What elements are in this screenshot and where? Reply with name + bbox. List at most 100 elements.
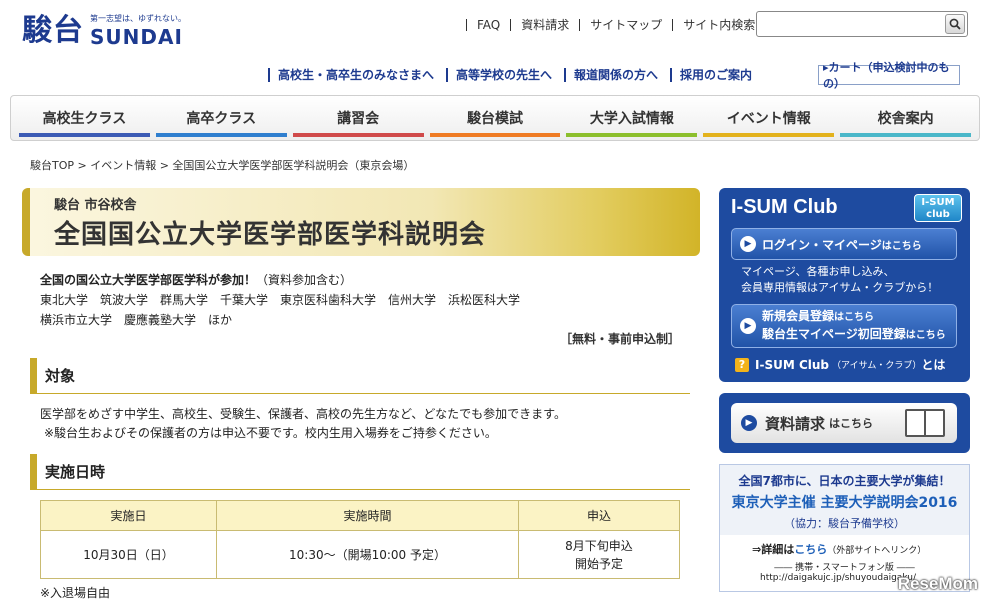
- event-intro: 全国の国公立大学医学部医学科が参加！（資料参加含む） 東北大学 筑波大学 群馬大…: [40, 270, 520, 330]
- apply-line-2: 開始予定: [574, 556, 623, 571]
- divider: [564, 67, 567, 82]
- audience-link-students[interactable]: 高校生・高卒生のみなさまへ: [268, 66, 434, 83]
- audience-link-label: 高校生・高卒生のみなさまへ: [278, 68, 435, 82]
- resemom-watermark: ReseMom: [897, 574, 978, 593]
- event-venue: 駿台 市谷校舎: [54, 198, 137, 213]
- login-mypage-button[interactable]: ▶ ログイン・マイページ はこちら: [731, 228, 957, 260]
- logo-english: SUNDAI: [90, 25, 183, 49]
- promo-url[interactable]: http://daigakujc.jp/shuyoudaigaku/: [760, 573, 916, 583]
- audience-link-label: 採用のご案内: [680, 68, 753, 82]
- target-note: ※駿台生およびその保護者の方は申込不要です。校内生用入場券をご持参ください。: [44, 426, 497, 440]
- divider: [510, 18, 512, 31]
- faq-link[interactable]: FAQ: [477, 18, 500, 32]
- apply-line-1: 8月下旬申込: [565, 538, 633, 553]
- table-row: 10月30日（日） 10:30～（開場10:00 予定） 8月下旬申込 開始予定: [40, 530, 680, 579]
- divider: [446, 67, 449, 82]
- column-header-date: 実施日: [40, 500, 217, 531]
- cart-button[interactable]: ▸カート（申込検討中のもの）: [818, 61, 960, 90]
- divider: [670, 67, 673, 82]
- column-header-apply: 申込: [518, 500, 680, 531]
- target-text: 医学部をめざす中学生、高校生、受験生、保護者、高校の先生方など、どなたでも参加で…: [40, 407, 566, 421]
- divider: [579, 18, 581, 31]
- promo-line-3: （協力：駿台予備学校）: [784, 517, 905, 530]
- target-heading: 対象: [30, 358, 690, 394]
- arrow-right-icon: ▶: [741, 415, 757, 431]
- fee-note: ［無料・事前申込制］: [559, 332, 680, 346]
- arrow-right-icon: ▶: [740, 236, 756, 252]
- register-label: 新規会員登録: [762, 309, 835, 323]
- arrow-right-icon: ▶: [740, 318, 756, 334]
- question-icon: ?: [735, 357, 749, 372]
- isum-title: I-SUM Club: [731, 196, 838, 218]
- promo-detail-label: ⇒詳細は: [752, 543, 795, 556]
- nav-tab-events[interactable]: イベント情報: [700, 96, 837, 140]
- logo-tagline: 第一志望は、ゆずれない。: [90, 14, 186, 23]
- divider: [268, 67, 270, 82]
- promo-detail: ⇒詳細はこちら（外部サイトへリンク）: [752, 541, 926, 557]
- isum-badge-logo: I-SUM club: [914, 194, 962, 222]
- nav-tab-mock-exams[interactable]: 駿台模試: [427, 96, 564, 140]
- document-request-box: ▶ 資料請求 はこちら: [719, 393, 970, 453]
- isum-about-reading: （アイサム・クラブ）: [832, 361, 922, 371]
- page-title: 全国国公立大学医学部医学科説明会: [54, 220, 487, 250]
- university-list-line-1: 東北大学 筑波大学 群馬大学 千葉大学 東京医科歯科大学 信州大学 浜松医科大学: [40, 293, 521, 307]
- request-link[interactable]: 資料請求: [521, 16, 569, 33]
- isum-desc-line-1: マイページ、各種お申し込み、: [741, 265, 895, 278]
- sitemap-link[interactable]: サイトマップ: [590, 16, 662, 33]
- university-fair-banner[interactable]: 全国7都市に、日本の主要大学が集結！ 東京大学主催 主要大学説明会2016 （協…: [719, 464, 970, 592]
- isum-club-box: I-SUM Club I-SUM club ▶ ログイン・マイページ はこちら マ…: [719, 188, 970, 382]
- audience-link-recruit[interactable]: 採用のご案内: [670, 66, 752, 83]
- schedule-heading: 実施日時: [30, 454, 690, 490]
- promo-mobile-label: ―― 携帯・スマートフォン版 ――: [774, 563, 915, 573]
- request-label: 資料請求: [765, 414, 826, 433]
- utility-nav: FAQ 資料請求 サイトマップ サイト内検索:: [456, 16, 759, 33]
- table-header-row: 実施日 実施時間 申込: [40, 500, 680, 531]
- nav-tab-entrance-info[interactable]: 大学入試情報: [563, 96, 700, 140]
- promo-line-2: 東京大学主催 主要大学説明会2016: [731, 495, 958, 511]
- audience-link-teachers[interactable]: 高等学校の先生へ: [446, 66, 552, 83]
- global-nav: 高校生クラス 高卒クラス 講習会 駿台模試 大学入試情報 イベント情報 校舎案内: [10, 95, 980, 141]
- nav-tab-high-school[interactable]: 高校生クラス: [16, 96, 153, 140]
- book-icon: [905, 409, 945, 437]
- audience-link-label: 高等学校の先生へ: [456, 68, 553, 82]
- cell-time: 10:30～（開場10:00 予定）: [216, 530, 519, 579]
- audience-link-label: 報道関係の方へ: [574, 68, 659, 82]
- sundai-logo[interactable]: 駿台 第一志望は、ゆずれない。 SUNDAI: [22, 13, 186, 49]
- isum-about-label: I-SUM Club: [755, 357, 830, 372]
- breadcrumb[interactable]: 駿台TOP > イベント情報 > 全国国公立大学医学部医学科説明会（東京会場）: [30, 157, 414, 173]
- entry-note: ※入退場自由: [40, 586, 111, 600]
- schedule-table: 実施日 実施時間 申込 10月30日（日） 10:30～（開場10:00 予定）…: [40, 500, 680, 579]
- isum-about-link[interactable]: ? I-SUM Club （アイサム・クラブ） とは: [735, 356, 945, 373]
- login-small: はこちら: [881, 240, 922, 252]
- search-label: サイト内検索:: [683, 18, 760, 32]
- search-input[interactable]: [756, 11, 968, 37]
- register-small: はこちら: [834, 312, 875, 323]
- target-section: 医学部をめざす中学生、高校生、受験生、保護者、高校の先生方など、どなたでも参加で…: [40, 405, 566, 443]
- cell-date: 10月30日（日）: [40, 530, 217, 579]
- event-title-banner: 駿台 市谷校舎 全国国公立大学医学部医学科説明会: [22, 188, 700, 256]
- search-button[interactable]: [945, 14, 965, 34]
- column-header-time: 実施時間: [216, 500, 519, 531]
- first-login-label: 駿台生マイページ初回登録: [762, 327, 906, 341]
- isum-description: マイページ、各種お申し込み、 会員専用情報はアイサム・クラブから！: [741, 264, 938, 296]
- audience-nav: 高校生・高卒生のみなさまへ 高等学校の先生へ 報道関係の方へ 採用のご案内: [268, 66, 764, 83]
- intro-lead-note: （資料参加含む）: [256, 273, 353, 287]
- promo-detail-link[interactable]: こちら: [794, 543, 827, 556]
- promo-header: 全国7都市に、日本の主要大学が集結！ 東京大学主催 主要大学説明会2016 （協…: [720, 465, 969, 535]
- promo-external-note: （外部サイトへリンク）: [827, 546, 927, 556]
- document-request-button[interactable]: ▶ 資料請求 はこちら: [731, 403, 957, 443]
- intro-lead: 全国の国公立大学医学部医学科が参加！: [40, 273, 257, 287]
- register-button[interactable]: ▶ 新規会員登録はこちら 駿台生マイページ初回登録はこちら: [731, 304, 957, 348]
- isum-about-end: とは: [921, 358, 946, 372]
- login-label: ログイン・マイページ: [762, 237, 882, 252]
- promo-line-1: 全国7都市に、日本の主要大学が集結！: [738, 474, 951, 488]
- request-small: はこちら: [829, 417, 874, 430]
- audience-link-press[interactable]: 報道関係の方へ: [564, 66, 658, 83]
- nav-tab-graduates[interactable]: 高卒クラス: [153, 96, 290, 140]
- divider: [466, 18, 467, 31]
- search-icon: [949, 18, 961, 30]
- logo-kanji: 駿台: [22, 13, 84, 48]
- nav-tab-campus[interactable]: 校舎案内: [837, 96, 974, 140]
- nav-tab-seminars[interactable]: 講習会: [290, 96, 427, 140]
- divider: [672, 18, 674, 31]
